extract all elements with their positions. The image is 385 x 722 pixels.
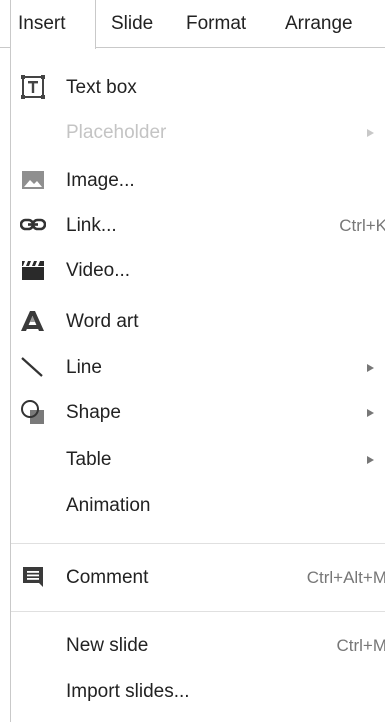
menu-item-label: Table bbox=[66, 449, 112, 470]
comment-shortcut: Ctrl+Alt+M bbox=[306, 568, 385, 587]
menu-item-word-art[interactable]: Word art bbox=[11, 300, 385, 344]
menu-item-line[interactable]: Line bbox=[11, 346, 385, 390]
menu-slide[interactable]: Slide bbox=[111, 0, 153, 48]
menu-item-label: Animation bbox=[66, 495, 151, 516]
menu-item-label: Link... bbox=[66, 215, 117, 236]
menu-item-label: Import slides... bbox=[66, 681, 190, 702]
menu-item-table[interactable]: Table bbox=[11, 438, 385, 482]
menu-item-label: Comment bbox=[66, 567, 149, 588]
new-slide-shortcut: Ctrl+M bbox=[336, 636, 385, 655]
menu-item-label: Image... bbox=[66, 170, 135, 191]
image-icon bbox=[20, 167, 46, 193]
submenu-arrow-icon bbox=[367, 129, 374, 137]
menu-item-video[interactable]: Video... bbox=[11, 249, 385, 293]
submenu-arrow-icon bbox=[367, 456, 374, 464]
submenu-arrow-icon bbox=[367, 364, 374, 372]
word-art-icon bbox=[20, 308, 46, 334]
menu-item-label: Line bbox=[66, 357, 102, 378]
menu-arrange[interactable]: Arrange bbox=[285, 0, 353, 48]
menu-format[interactable]: Format bbox=[186, 0, 246, 48]
menu-item-label: Text box bbox=[66, 77, 137, 98]
menu-item-link[interactable]: Link... Ctrl+K bbox=[11, 204, 385, 248]
menu-item-import-slides[interactable]: Import slides... bbox=[11, 670, 385, 714]
menu-item-new-slide[interactable]: New slide Ctrl+M bbox=[11, 624, 385, 668]
link-shortcut: Ctrl+K bbox=[339, 216, 385, 235]
menu-item-comment[interactable]: Comment Ctrl+Alt+M bbox=[11, 556, 385, 600]
menu-slide-label: Slide bbox=[111, 13, 154, 34]
menu-item-text-box[interactable]: Text box bbox=[11, 66, 385, 110]
menu-item-label: Shape bbox=[66, 402, 121, 423]
submenu-arrow-icon bbox=[367, 409, 374, 417]
menu-bar: Insert Slide Format Arrange bbox=[0, 0, 385, 49]
menu-format-label: Format bbox=[186, 13, 247, 34]
menu-arrange-label: Arrange bbox=[285, 13, 353, 34]
comment-icon bbox=[20, 564, 46, 590]
line-icon bbox=[20, 354, 46, 380]
menu-separator bbox=[11, 543, 385, 544]
menu-item-label: Placeholder bbox=[66, 122, 167, 143]
menu-item-animation[interactable]: Animation bbox=[11, 484, 385, 528]
menu-insert[interactable]: Insert bbox=[10, 0, 96, 49]
menu-item-label: New slide bbox=[66, 635, 149, 656]
insert-menu-screen: Insert Slide Format Arrange Text box Pla… bbox=[0, 0, 385, 722]
menu-item-image[interactable]: Image... bbox=[11, 159, 385, 203]
text-box-icon bbox=[20, 74, 46, 100]
link-icon bbox=[19, 212, 47, 238]
insert-dropdown: Text box Placeholder Image... Link... Ct… bbox=[10, 48, 385, 722]
menu-item-shape[interactable]: Shape bbox=[11, 391, 385, 435]
menu-item-label: Word art bbox=[66, 311, 139, 332]
video-icon bbox=[20, 257, 46, 283]
menu-separator bbox=[11, 611, 385, 612]
menu-item-label: Video... bbox=[66, 260, 131, 281]
menu-item-placeholder: Placeholder bbox=[11, 111, 385, 155]
menu-insert-label: Insert bbox=[18, 13, 66, 34]
shape-icon bbox=[20, 399, 46, 425]
